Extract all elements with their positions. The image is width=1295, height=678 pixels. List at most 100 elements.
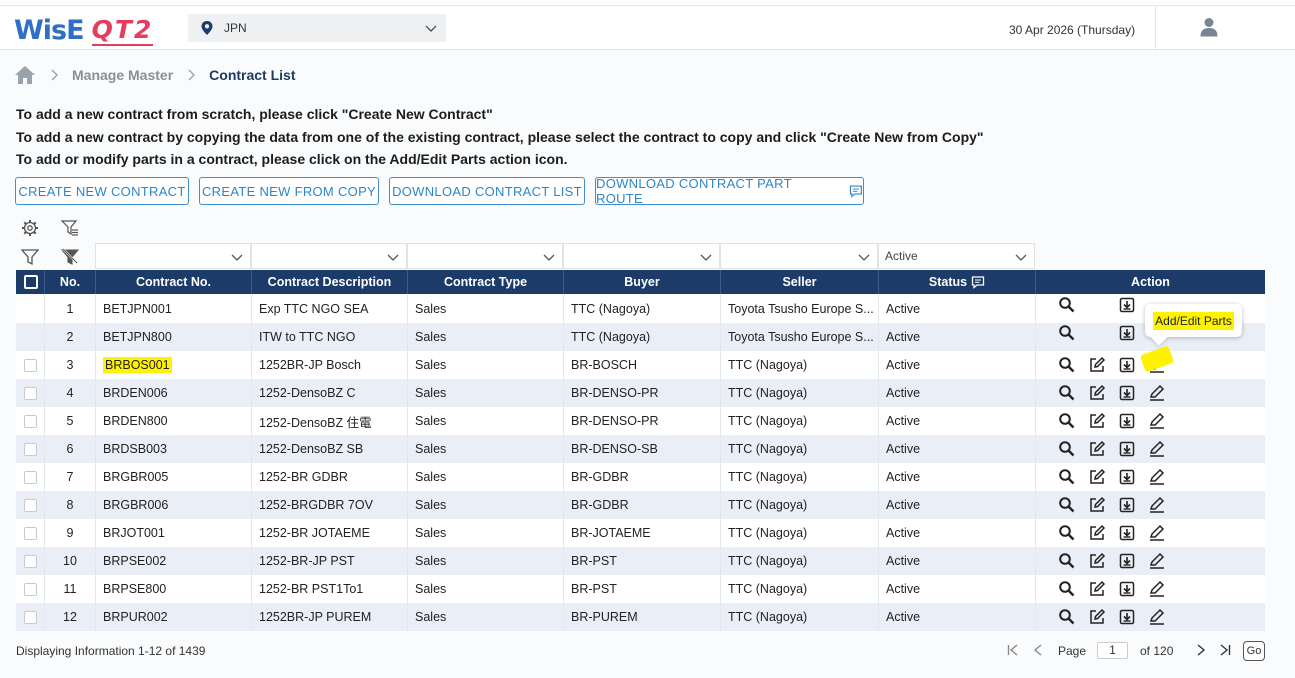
col-contract-type[interactable]: Contract Type: [407, 270, 563, 294]
filter-contract-type[interactable]: [407, 243, 563, 269]
edit-icon[interactable]: [1088, 524, 1106, 542]
row-checkbox[interactable]: [24, 443, 37, 456]
add-edit-parts-icon[interactable]: [1148, 580, 1166, 598]
add-edit-parts-icon[interactable]: [1148, 384, 1166, 402]
add-edit-parts-icon[interactable]: [1148, 524, 1166, 542]
row-checkbox[interactable]: [24, 387, 37, 400]
cell-seller-text: TTC (Nagoya): [728, 470, 808, 484]
row-checkbox[interactable]: [24, 611, 37, 624]
filter-settings-icon[interactable]: [61, 219, 79, 237]
create-new-contract-button[interactable]: CREATE NEW CONTRACT: [15, 177, 189, 205]
view-search-icon[interactable]: [1058, 524, 1076, 542]
add-edit-parts-icon[interactable]: [1148, 440, 1166, 458]
edit-icon[interactable]: [1088, 580, 1106, 598]
filter-status[interactable]: Active: [878, 243, 1035, 269]
download-icon[interactable]: [1118, 324, 1136, 342]
add-edit-parts-icon[interactable]: [1148, 412, 1166, 430]
cell-contract-description: Exp TTC NGO SEA: [251, 295, 407, 323]
view-search-icon[interactable]: [1058, 552, 1076, 570]
row-checkbox[interactable]: [24, 471, 37, 484]
edit-icon[interactable]: [1088, 468, 1106, 486]
edit-icon[interactable]: [1088, 440, 1106, 458]
download-icon[interactable]: [1118, 412, 1136, 430]
download-icon[interactable]: [1118, 440, 1136, 458]
view-search-icon[interactable]: [1058, 468, 1076, 486]
download-icon[interactable]: [1118, 296, 1136, 314]
table-row[interactable]: 6 BRDSB003 1252-DensoBZ SB Sales BR-DENSO-SB…: [16, 435, 1265, 463]
first-page-icon[interactable]: [1006, 643, 1020, 657]
country-selector[interactable]: JPN: [188, 14, 446, 42]
clear-filter-icon[interactable]: [61, 248, 79, 266]
row-checkbox[interactable]: [24, 499, 37, 512]
next-page-icon[interactable]: [1194, 643, 1208, 657]
filter-contract-description[interactable]: [251, 243, 407, 269]
view-search-icon[interactable]: [1058, 496, 1076, 514]
download-icon[interactable]: [1118, 468, 1136, 486]
view-search-icon[interactable]: [1058, 324, 1076, 342]
table-row[interactable]: 11 BRPSE800 1252-BR PST1To1 Sales BR-PST TTC …: [16, 575, 1265, 603]
view-search-icon[interactable]: [1058, 356, 1076, 374]
table-row[interactable]: 12 BRPUR002 1252BR-JP PUREM Sales BR-PUREM TT…: [16, 603, 1265, 631]
add-edit-parts-icon[interactable]: [1148, 496, 1166, 514]
download-icon[interactable]: [1118, 356, 1136, 374]
last-page-icon[interactable]: [1218, 643, 1232, 657]
view-search-icon[interactable]: [1058, 412, 1076, 430]
row-checkbox[interactable]: [24, 359, 37, 372]
col-seller[interactable]: Seller: [720, 270, 878, 294]
view-search-icon[interactable]: [1058, 384, 1076, 402]
filter-contract-no[interactable]: [95, 243, 251, 269]
col-buyer[interactable]: Buyer: [563, 270, 720, 294]
view-search-icon[interactable]: [1058, 608, 1076, 626]
table-row[interactable]: 4 BRDEN006 1252-DensoBZ C Sales BR-DENSO-PR T…: [16, 379, 1265, 407]
table-row[interactable]: 10 BRPSE002 1252-BR-JP PST Sales BR-PST TTC (…: [16, 547, 1265, 575]
edit-icon[interactable]: [1088, 384, 1106, 402]
download-icon[interactable]: [1118, 608, 1136, 626]
table-row[interactable]: 3 BRBOS001 1252BR-JP Bosch Sales BR-BOSCH TTC…: [16, 351, 1265, 379]
breadcrumb-manage-master[interactable]: Manage Master: [72, 67, 173, 83]
edit-icon[interactable]: [1088, 356, 1106, 374]
download-icon[interactable]: [1118, 552, 1136, 570]
table-row[interactable]: 2 BETJPN800 ITW to TTC NGO Sales TTC (Nagoya…: [16, 323, 1265, 351]
edit-icon[interactable]: [1088, 412, 1106, 430]
page-number-input[interactable]: 1: [1097, 642, 1128, 659]
table-row[interactable]: 9 BRJOT001 1252-BR JOTAEME Sales BR-JOTAEME T…: [16, 519, 1265, 547]
download-icon[interactable]: [1118, 580, 1136, 598]
add-edit-parts-icon[interactable]: [1148, 608, 1166, 626]
col-no[interactable]: No.: [44, 270, 95, 294]
row-checkbox[interactable]: [24, 583, 37, 596]
add-edit-parts-icon[interactable]: [1148, 552, 1166, 570]
col-status[interactable]: Status: [878, 270, 1035, 294]
home-icon[interactable]: [14, 65, 36, 85]
filter-icon[interactable]: [21, 248, 39, 266]
filter-buyer[interactable]: [563, 243, 720, 269]
app-logo[interactable]: WisE QT2: [14, 12, 154, 46]
row-checkbox[interactable]: [24, 415, 37, 428]
edit-icon[interactable]: [1088, 608, 1106, 626]
go-button[interactable]: Go: [1243, 641, 1265, 661]
col-contract-description[interactable]: Contract Description: [251, 270, 407, 294]
download-contract-part-route-button[interactable]: DOWNLOAD CONTRACT PART ROUTE: [595, 176, 864, 206]
edit-icon[interactable]: [1088, 552, 1106, 570]
download-icon[interactable]: [1118, 524, 1136, 542]
view-search-icon[interactable]: [1058, 296, 1076, 314]
create-new-from-copy-button[interactable]: CREATE NEW FROM COPY: [199, 177, 379, 205]
edit-icon[interactable]: [1088, 496, 1106, 514]
table-row[interactable]: 1 BETJPN001 Exp TTC NGO SEA Sales TTC (Nagoy…: [16, 295, 1265, 323]
view-search-icon[interactable]: [1058, 580, 1076, 598]
select-all-checkbox[interactable]: [24, 275, 38, 289]
settings-gear-icon[interactable]: [21, 219, 39, 237]
row-checkbox[interactable]: [24, 555, 37, 568]
user-icon[interactable]: [1200, 17, 1218, 37]
previous-page-icon[interactable]: [1031, 643, 1045, 657]
download-contract-list-button[interactable]: DOWNLOAD CONTRACT LIST: [389, 177, 585, 205]
row-checkbox[interactable]: [24, 527, 37, 540]
view-search-icon[interactable]: [1058, 440, 1076, 458]
table-row[interactable]: 5 BRDEN800 1252-DensoBZ 住電 Sales BR-DENSO-PR…: [16, 407, 1265, 435]
col-contract-no[interactable]: Contract No.: [95, 270, 251, 294]
download-icon[interactable]: [1118, 496, 1136, 514]
filter-seller[interactable]: [720, 243, 878, 269]
table-row[interactable]: 8 BRGBR006 1252-BRGDBR 7OV Sales BR-GDBR TTC …: [16, 491, 1265, 519]
download-icon[interactable]: [1118, 384, 1136, 402]
add-edit-parts-icon[interactable]: [1148, 468, 1166, 486]
table-row[interactable]: 7 BRGBR005 1252-BR GDBR Sales BR-GDBR TTC (Na…: [16, 463, 1265, 491]
